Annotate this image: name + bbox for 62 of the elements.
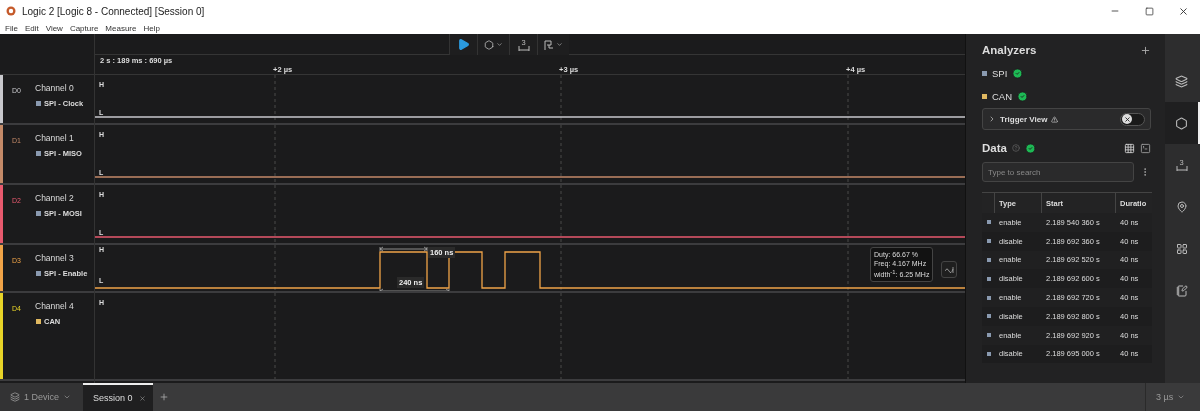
close-icon	[1123, 115, 1131, 123]
table-view-button[interactable]	[1124, 142, 1135, 154]
trigger-view-label: Trigger View	[1000, 114, 1048, 124]
menu-item[interactable]: Edit	[24, 23, 39, 33]
hexagon-icon	[1175, 116, 1188, 130]
plus-icon	[1140, 44, 1151, 56]
row-marker	[987, 239, 991, 244]
width-measure-arrow	[379, 246, 428, 252]
session-tab[interactable]: Session 0	[83, 383, 153, 411]
channel-name[interactable]: Channel 4	[35, 301, 74, 311]
row-marker	[987, 295, 991, 300]
close-icon[interactable]	[138, 394, 146, 402]
sidebar-tab[interactable]	[1165, 102, 1200, 144]
layers-icon	[1175, 74, 1188, 88]
ruler-icon	[1175, 166, 1188, 171]
row-marker	[987, 314, 991, 319]
channel-name[interactable]: Channel 0	[35, 83, 84, 93]
pin-icon	[1175, 201, 1188, 213]
play-icon	[457, 38, 470, 51]
trigger-view-toggle[interactable]	[1120, 112, 1145, 126]
row-marker	[987, 351, 991, 356]
grid-icon	[1124, 142, 1135, 154]
window-title: Logic 2 [Logic 8 - Connected] [Session 0]	[22, 5, 205, 17]
terminal-view-button[interactable]	[1140, 142, 1151, 154]
wave-icon	[944, 266, 954, 273]
app-logo	[6, 6, 16, 16]
expand-icon[interactable]	[988, 115, 996, 123]
row-marker	[987, 276, 991, 281]
period-measure-arrow	[379, 288, 450, 291]
menu-item[interactable]: Capture	[69, 23, 99, 33]
close-icon	[1177, 5, 1189, 17]
hexagon-icon	[484, 39, 494, 50]
menu-item[interactable]: View	[45, 23, 63, 33]
caret-icon	[1177, 393, 1186, 401]
notes-icon	[1175, 285, 1188, 297]
row-marker	[987, 258, 991, 262]
plus-icon	[159, 392, 169, 402]
channel-name[interactable]: Channel 2	[35, 193, 82, 203]
menu-item[interactable]: File	[5, 23, 18, 33]
analyzer-name[interactable]: CAN	[992, 91, 1013, 102]
analyzers-title: Analyzers	[982, 44, 1037, 56]
caret-icon	[496, 41, 503, 48]
row-marker	[987, 220, 991, 225]
channel-name[interactable]: Channel 1	[35, 133, 82, 143]
channel-name[interactable]: Channel 3	[35, 253, 88, 263]
add-analyzer-button[interactable]	[1140, 44, 1151, 56]
caret-icon	[556, 41, 563, 48]
menu-item[interactable]: Measure	[105, 23, 137, 33]
menu-item[interactable]: Help	[143, 23, 160, 33]
search-field[interactable]: Type to search	[982, 162, 1134, 182]
analyzer-name[interactable]: SPI	[992, 68, 1008, 79]
terminal-icon	[1140, 142, 1151, 154]
layers-icon	[10, 392, 20, 402]
pin-measurement-button[interactable]	[941, 261, 957, 278]
row-marker	[987, 333, 991, 338]
grid-icon	[1175, 243, 1188, 255]
caret-icon	[63, 393, 71, 401]
ruler-icon	[517, 45, 530, 51]
device-dropdown[interactable]: 1 Device	[0, 383, 83, 411]
warning-icon	[1051, 115, 1059, 123]
data-title: Data	[982, 142, 1007, 154]
maximize-icon	[1144, 6, 1154, 16]
